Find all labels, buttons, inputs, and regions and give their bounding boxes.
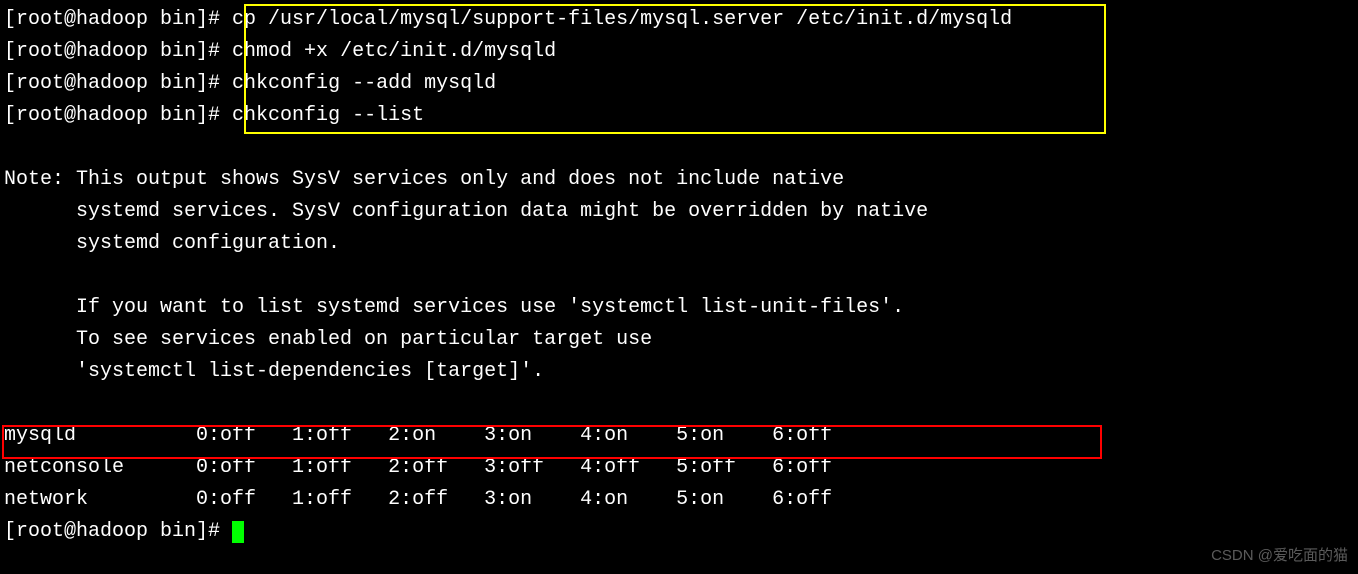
- cursor-icon: [232, 521, 244, 543]
- shell-prompt: [root@hadoop bin]#: [4, 40, 232, 63]
- terminal-line-3: [root@hadoop bin]# chkconfig --add mysql…: [0, 68, 1358, 100]
- command-text: chmod +x /etc/init.d/mysqld: [232, 40, 556, 63]
- service-row-netconsole: netconsole 0:off 1:off 2:off 3:off 4:off…: [0, 452, 1358, 484]
- watermark-text: CSDN @爱吃面的猫: [1211, 544, 1348, 568]
- terminal-line-prompt[interactable]: [root@hadoop bin]#: [0, 516, 1358, 548]
- blank-line: [0, 388, 1358, 420]
- command-text: chkconfig --list: [232, 104, 424, 127]
- service-row-mysqld: mysqld 0:off 1:off 2:on 3:on 4:on 5:on 6…: [0, 420, 1358, 452]
- command-text: chkconfig --add mysqld: [232, 72, 496, 95]
- shell-prompt: [root@hadoop bin]#: [4, 72, 232, 95]
- terminal-line-4: [root@hadoop bin]# chkconfig --list: [0, 100, 1358, 132]
- note-line-3: systemd configuration.: [0, 228, 1358, 260]
- blank-line: [0, 132, 1358, 164]
- service-row-network: network 0:off 1:off 2:off 3:on 4:on 5:on…: [0, 484, 1358, 516]
- shell-prompt: [root@hadoop bin]#: [4, 520, 232, 543]
- note-line-6: 'systemctl list-dependencies [target]'.: [0, 356, 1358, 388]
- note-line-4: If you want to list systemd services use…: [0, 292, 1358, 324]
- command-text: cp /usr/local/mysql/support-files/mysql.…: [232, 8, 1012, 31]
- terminal-line-2: [root@hadoop bin]# chmod +x /etc/init.d/…: [0, 36, 1358, 68]
- terminal-line-1: [root@hadoop bin]# cp /usr/local/mysql/s…: [0, 4, 1358, 36]
- note-line-5: To see services enabled on particular ta…: [0, 324, 1358, 356]
- shell-prompt: [root@hadoop bin]#: [4, 104, 232, 127]
- note-line-1: Note: This output shows SysV services on…: [0, 164, 1358, 196]
- note-line-2: systemd services. SysV configuration dat…: [0, 196, 1358, 228]
- blank-line: [0, 260, 1358, 292]
- shell-prompt: [root@hadoop bin]#: [4, 8, 232, 31]
